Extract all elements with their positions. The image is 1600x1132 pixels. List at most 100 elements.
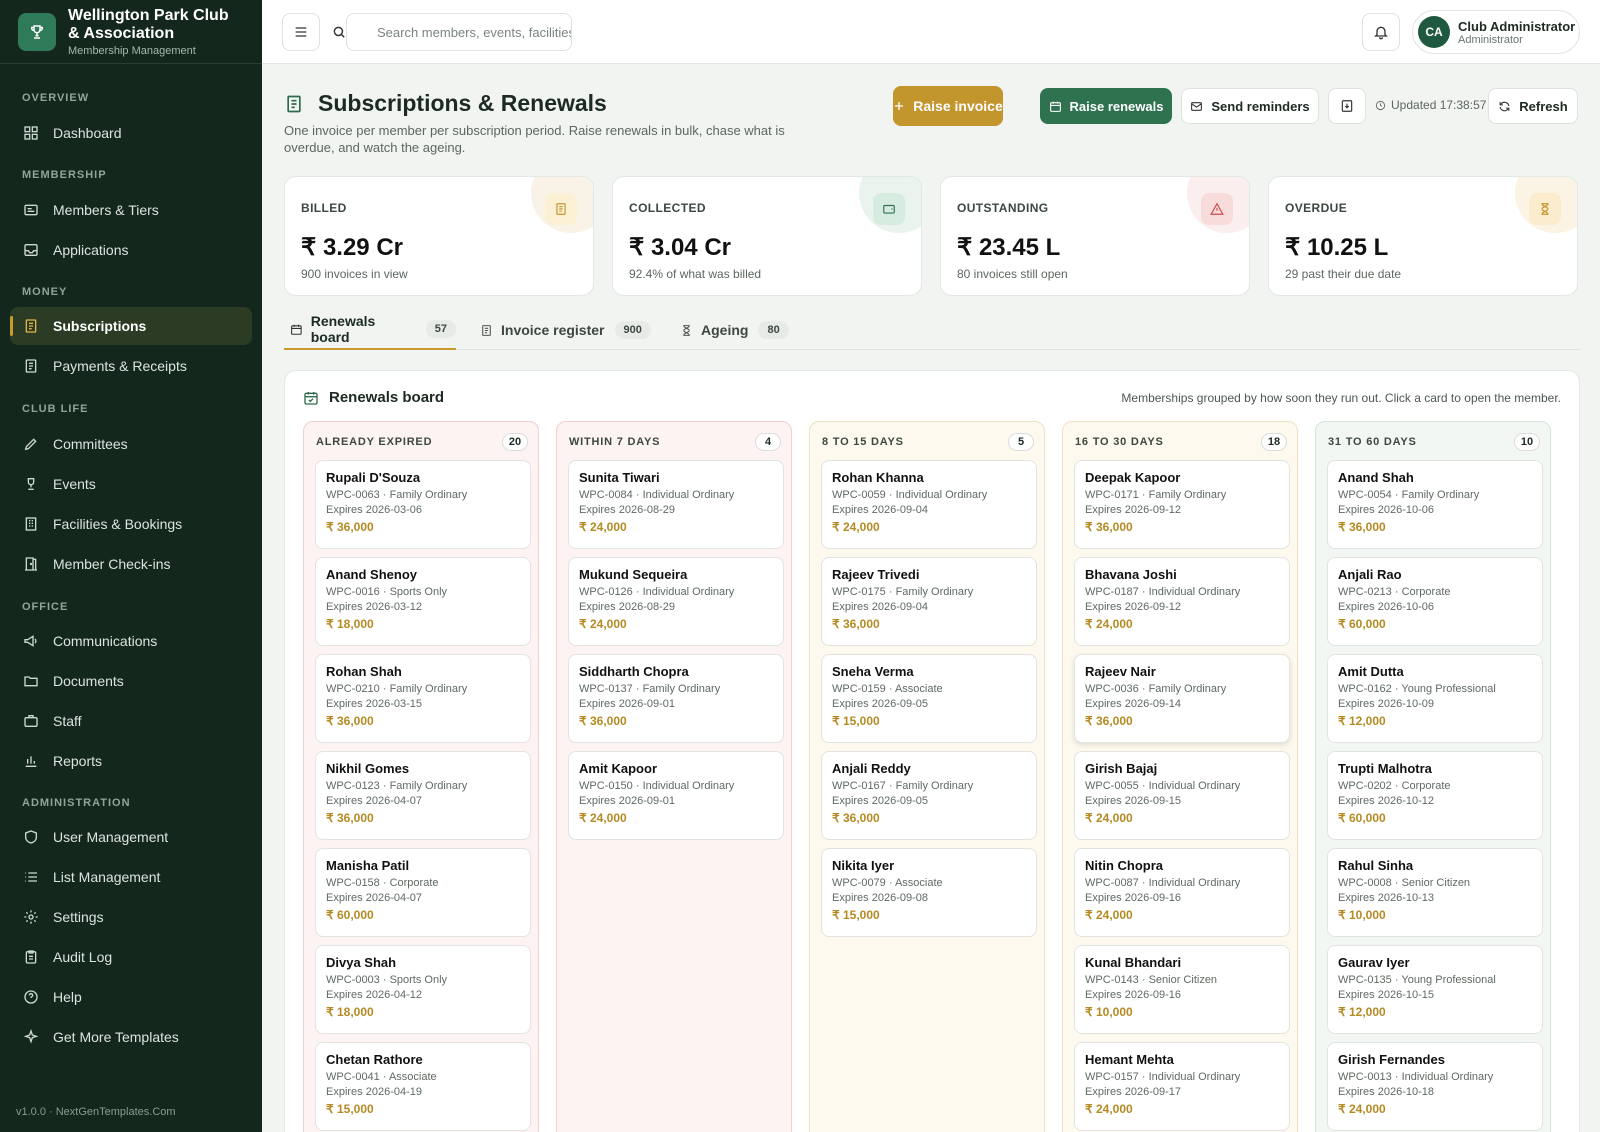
sidebar-item-facilities-bookings[interactable]: Facilities & Bookings (10, 505, 252, 543)
sidebar-item-label: Events (53, 476, 96, 492)
sidebar: Wellington Park Club & Association Membe… (0, 0, 262, 1132)
member-card[interactable]: Anjali Rao WPC-0213 · Corporate Expires 20… (1327, 557, 1543, 646)
member-meta: WPC-0126 · Individual Ordinary (579, 586, 735, 598)
raise-renewals-button[interactable]: Raise renewals (1040, 88, 1172, 124)
member-amount: ₹ 24,000 (579, 811, 627, 825)
sidebar-item-help[interactable]: Help (10, 978, 252, 1016)
nav-section-office: OFFICE (22, 601, 69, 613)
sparkle-icon (23, 1029, 39, 1044)
megaphone-icon (24, 635, 37, 647)
search-icon (333, 26, 345, 38)
member-card[interactable]: Chetan Rathore WPC-0041 · Associate Expire… (315, 1042, 531, 1131)
sidebar-item-reports[interactable]: Reports (10, 742, 252, 780)
sidebar-item-member-check-ins[interactable]: Member Check-ins (10, 545, 252, 583)
member-card[interactable]: Nikhil Gomes WPC-0123 · Family Ordinary Ex… (315, 751, 531, 840)
member-card[interactable]: Girish Fernandes WPC-0013 · Individual Or… (1327, 1042, 1543, 1131)
member-name: Rupali D'Souza (326, 470, 421, 485)
member-card[interactable]: Kunal Bhandari WPC-0143 · Senior Citizen E… (1074, 945, 1290, 1034)
tab-count: 57 (425, 320, 456, 338)
member-expiry: Expires 2026-10-09 (1338, 698, 1435, 710)
member-expiry: Expires 2026-08-29 (579, 601, 676, 613)
user-menu[interactable]: CA Club Administrator Administrator (1412, 10, 1580, 54)
raise-invoice-button[interactable]: Raise invoice (893, 86, 1003, 126)
member-meta: WPC-0087 · Individual Ordinary (1085, 877, 1241, 889)
member-meta: WPC-0008 · Senior Citizen (1338, 877, 1471, 889)
sidebar-item-documents[interactable]: Documents (10, 662, 252, 700)
tab-label: Ageing (701, 322, 749, 338)
sidebar-item-label: User Management (53, 829, 169, 845)
sidebar-item-user-management[interactable]: User Management (10, 818, 252, 856)
sidebar-item-settings[interactable]: Settings (10, 898, 252, 936)
sidebar-item-audit-log[interactable]: Audit Log (10, 938, 252, 976)
member-card[interactable]: Amit Kapoor WPC-0150 · Individual Ordinar… (568, 751, 784, 840)
page-description: One invoice per member per subscription … (284, 123, 785, 155)
member-card[interactable]: Mukund Sequeira WPC-0126 · Individual Ord… (568, 557, 784, 646)
member-card[interactable]: Siddharth Chopra WPC-0137 · Family Ordina… (568, 654, 784, 743)
sidebar-item-payments-receipts[interactable]: Payments & Receipts (10, 347, 252, 385)
member-name: Mukund Sequeira (579, 567, 688, 582)
kpi-value: ₹ 23.45 L (957, 234, 1061, 261)
kpi-value: ₹ 10.25 L (1285, 234, 1389, 261)
sidebar-item-get-more-templates[interactable]: Get More Templates (10, 1018, 252, 1056)
member-expiry: Expires 2026-03-06 (326, 504, 423, 516)
sidebar-item-communications[interactable]: Communications (10, 622, 252, 660)
kpi-label: COLLECTED (629, 201, 706, 215)
member-card[interactable]: Rohan Shah WPC-0210 · Family Ordinary Expi… (315, 654, 531, 743)
member-card[interactable]: Girish Bajaj WPC-0055 · Individual Ordina… (1074, 751, 1290, 840)
column-count: 20 (502, 433, 528, 451)
sidebar-item-label: Subscriptions (53, 318, 147, 334)
search-input[interactable] (346, 13, 572, 51)
member-card[interactable]: Anand Shah WPC-0054 · Family Ordinary Expi… (1327, 460, 1543, 549)
sidebar-item-subscriptions[interactable]: Subscriptions (10, 307, 252, 345)
member-card[interactable]: Anand Shenoy WPC-0016 · Sports Only Expire… (315, 557, 531, 646)
menu-button[interactable] (282, 13, 320, 51)
member-card[interactable]: Rohan Khanna WPC-0059 · Individual Ordina… (821, 460, 1037, 549)
send-reminders-button[interactable]: Send reminders (1181, 88, 1319, 124)
sidebar-item-list-management[interactable]: List Management (10, 858, 252, 896)
brand: Wellington Park Club & Association Membe… (0, 0, 262, 64)
tab-renewals-board[interactable]: Renewals board 57 (284, 310, 456, 350)
kpi-subtext: 80 invoices still open (957, 267, 1068, 281)
member-card[interactable]: Sneha Verma WPC-0159 · Associate Expires 2… (821, 654, 1037, 743)
download-button[interactable] (1328, 88, 1366, 124)
tab-invoice-register[interactable]: Invoice register 900 (480, 310, 651, 350)
member-card[interactable]: Anjali Reddy WPC-0167 · Family Ordinary Ex… (821, 751, 1037, 840)
member-meta: WPC-0202 · Corporate (1338, 780, 1451, 792)
member-card[interactable]: Nikita Iyer WPC-0079 · Associate Expires 2… (821, 848, 1037, 937)
member-card[interactable]: Rahul Sinha WPC-0008 · Senior Citizen Expi… (1327, 848, 1543, 937)
id-card-icon (24, 204, 38, 216)
member-card[interactable]: Nitin Chopra WPC-0087 · Individual Ordina… (1074, 848, 1290, 937)
sidebar-item-staff[interactable]: Staff (10, 702, 252, 740)
member-card[interactable]: Amit Dutta WPC-0162 · Young Professional E… (1327, 654, 1543, 743)
sidebar-item-label: List Management (53, 869, 161, 885)
member-meta: WPC-0054 · Family Ordinary (1338, 489, 1480, 501)
tab-label: Invoice register (501, 322, 605, 338)
sidebar-item-members-tiers[interactable]: Members & Tiers (10, 191, 252, 229)
notifications-button[interactable] (1362, 13, 1400, 51)
member-card[interactable]: Sunita Tiwari WPC-0084 · Individual Ordin… (568, 460, 784, 549)
member-expiry: Expires 2026-03-12 (326, 601, 423, 613)
tab-ageing[interactable]: Ageing 80 (680, 310, 789, 350)
kpi-label: BILLED (301, 201, 347, 215)
member-card[interactable]: Divya Shah WPC-0003 · Sports Only Expires … (315, 945, 531, 1034)
sidebar-item-dashboard[interactable]: Dashboard (10, 114, 252, 152)
grid-icon (24, 126, 38, 140)
member-card[interactable]: Rupali D'Souza WPC-0063 · Family Ordinary… (315, 460, 531, 549)
sidebar-item-events[interactable]: Events (10, 465, 252, 503)
member-card[interactable]: Manisha Patil WPC-0158 · Corporate Expires… (315, 848, 531, 937)
member-card[interactable]: Rajeev Nair WPC-0036 · Family Ordinary Exp… (1074, 654, 1290, 743)
member-card[interactable]: Trupti Malhotra WPC-0202 · Corporate Expir… (1327, 751, 1543, 840)
member-card[interactable]: Bhavana Joshi WPC-0187 · Individual Ordin… (1074, 557, 1290, 646)
member-expiry: Expires 2026-09-16 (1085, 989, 1182, 1001)
refresh-button[interactable]: Refresh (1488, 88, 1578, 124)
sidebar-item-label: Settings (53, 909, 104, 925)
member-card[interactable]: Rajeev Trivedi WPC-0175 · Family Ordinary… (821, 557, 1037, 646)
member-amount: ₹ 12,000 (1338, 714, 1386, 728)
sidebar-item-applications[interactable]: Applications (10, 231, 252, 269)
member-name: Deepak Kapoor (1085, 470, 1181, 485)
member-card[interactable]: Gaurav Iyer WPC-0135 · Young Professional… (1327, 945, 1543, 1034)
member-card[interactable]: Hemant Mehta WPC-0157 · Individual Ordina… (1074, 1042, 1290, 1131)
sidebar-item-committees[interactable]: Committees (10, 425, 252, 463)
clock-icon (1375, 100, 1386, 110)
member-card[interactable]: Deepak Kapoor WPC-0171 · Family Ordinary E… (1074, 460, 1290, 549)
